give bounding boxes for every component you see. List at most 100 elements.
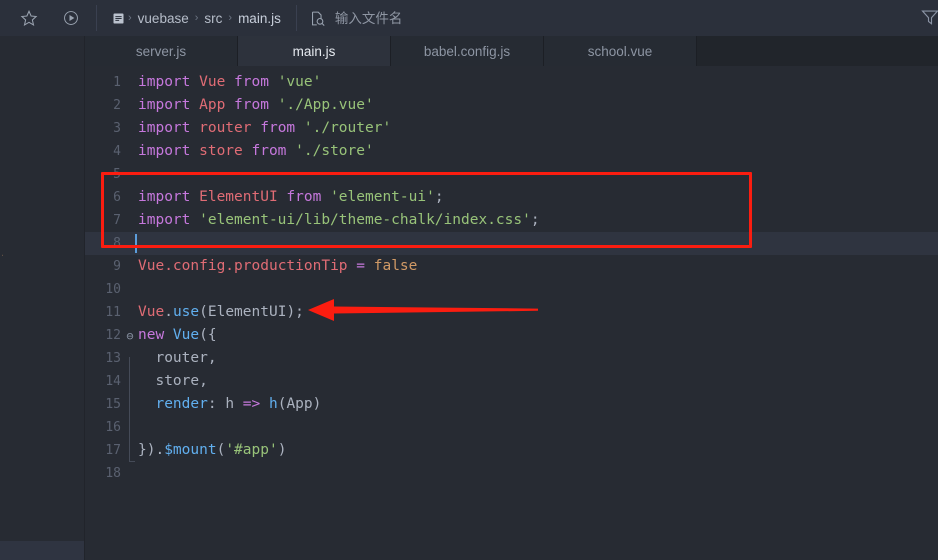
file-search-icon: [307, 7, 329, 29]
code-token: (ElementUI);: [199, 304, 304, 320]
code-line[interactable]: 2 import App from './App.vue': [85, 94, 938, 117]
code-line[interactable]: 18: [85, 462, 938, 485]
line-number: 1: [113, 75, 121, 90]
code-token: false: [373, 258, 418, 274]
editor-window: › vuebase › src › main.js 输入文件名 server.j…: [0, 0, 938, 560]
code-token: '#app': [225, 442, 278, 458]
breadcrumb-item-vuebase[interactable]: vuebase: [133, 11, 194, 26]
line-number: 6: [113, 190, 121, 205]
code-line[interactable]: 1 import Vue from 'vue': [85, 71, 938, 94]
tab-server-js[interactable]: server.js: [85, 36, 238, 66]
breadcrumb-item-mainjs[interactable]: main.js: [233, 11, 286, 26]
code-token: render: [155, 396, 208, 412]
line-number: 14: [105, 374, 121, 389]
code-text: new Vue({: [137, 324, 938, 347]
tab-main-js[interactable]: main.js: [238, 36, 391, 66]
code-line[interactable]: 13 router,: [85, 347, 938, 384]
code-token: 'element-ui/lib/theme-chalk/index.css': [199, 212, 531, 228]
code-token: ;: [530, 212, 540, 228]
code-token: ;: [434, 189, 444, 205]
line-number: 8: [113, 236, 121, 251]
line-number: 4: [113, 144, 121, 159]
line-number: 5: [113, 167, 121, 182]
line-number: 3: [113, 121, 121, 136]
line-number: 16: [105, 420, 121, 435]
code-token: (App): [277, 396, 322, 412]
star-icon[interactable]: [14, 3, 44, 33]
code-token: use: [172, 304, 200, 320]
code-line[interactable]: 6 import ElementUI from 'element-ui';: [85, 186, 938, 209]
breadcrumb: › vuebase › src › main.js: [107, 0, 286, 36]
code-token: : h: [207, 396, 243, 412]
code-token: 'vue': [277, 74, 322, 90]
code-token: Vue: [199, 74, 226, 90]
code-line[interactable]: 7 import 'element-ui/lib/theme-chalk/inde…: [85, 209, 938, 232]
code-line[interactable]: 17}).$mount('#app'): [85, 439, 938, 462]
code-token: './App.vue': [277, 97, 374, 113]
line-number: 13: [105, 351, 121, 366]
code-token: store,: [138, 373, 208, 389]
toolbar-divider-2: [295, 5, 297, 31]
code-token: h: [268, 396, 278, 412]
code-token: './router': [303, 120, 392, 136]
code-token: ({: [199, 327, 217, 343]
tab-school-vue[interactable]: school.vue: [544, 36, 697, 66]
code-token: .config.productionTip: [164, 258, 348, 274]
code-token: router,: [138, 350, 217, 366]
run-play-icon[interactable]: [56, 3, 86, 33]
code-token: import: [138, 120, 200, 136]
code-token: './store': [295, 143, 374, 159]
editor-tab-bar: server.js main.js babel.config.js school…: [85, 36, 938, 66]
code-line[interactable]: 12 ⊖ new Vue({: [85, 324, 938, 347]
line-number: 11: [105, 305, 121, 320]
code-line[interactable]: 5: [85, 163, 938, 186]
left-side-panel[interactable]: ; on: [0, 36, 85, 560]
code-token: 'element-ui': [330, 189, 435, 205]
line-number: 9: [113, 259, 121, 274]
clipped-tree-fragment: ;: [0, 244, 3, 257]
tab-babel-config-js[interactable]: babel.config.js: [391, 36, 544, 66]
code-text: router,: [137, 347, 938, 370]
line-number: 7: [113, 213, 121, 228]
line-number: 10: [105, 282, 121, 297]
code-line[interactable]: 16: [85, 416, 938, 453]
code-token: store: [199, 143, 243, 159]
file-search-box[interactable]: [307, 0, 595, 36]
code-line[interactable]: 4 import store from './store': [85, 140, 938, 163]
code-text: render: h => h(App): [137, 393, 938, 416]
code-token: $mount: [164, 442, 217, 458]
code-token: Vue: [138, 258, 165, 274]
code-text: import router from './router': [137, 117, 938, 140]
code-line[interactable]: 11 Vue.use(ElementUI);: [85, 301, 938, 324]
code-line[interactable]: 8: [85, 232, 938, 255]
code-token: .: [164, 304, 173, 320]
code-token: ElementUI: [199, 189, 278, 205]
code-token: import: [138, 212, 200, 228]
code-text: import 'element-ui/lib/theme-chalk/index…: [137, 209, 938, 232]
code-token: ): [277, 442, 287, 458]
code-text: import Vue from 'vue': [137, 71, 938, 94]
code-line[interactable]: 15 render: h => h(App): [85, 393, 938, 430]
code-text: Vue.config.productionTip = false: [137, 255, 938, 278]
code-token: from: [251, 120, 304, 136]
code-token: import: [138, 97, 200, 113]
breadcrumb-item-src[interactable]: src: [199, 11, 227, 26]
code-editor[interactable]: 1 import Vue from 'vue' 2 import App from '…: [85, 66, 938, 560]
left-panel-hover-row[interactable]: [0, 541, 84, 560]
code-token: new: [138, 327, 173, 343]
fold-collapse-icon[interactable]: ⊖: [123, 329, 137, 343]
code-token: =: [347, 258, 374, 274]
code-text: import store from './store': [137, 140, 938, 163]
code-text: import ElementUI from 'element-ui';: [137, 186, 938, 209]
code-line[interactable]: 3 import router from './router': [85, 117, 938, 140]
code-line[interactable]: 9 Vue.config.productionTip = false: [85, 255, 938, 278]
filter-funnel-icon[interactable]: [920, 8, 938, 28]
search-input[interactable]: [334, 10, 595, 26]
top-toolbar: › vuebase › src › main.js: [0, 0, 938, 37]
tab-bar-empty-area: [697, 36, 938, 66]
code-line[interactable]: 14 store,: [85, 370, 938, 407]
code-line[interactable]: 10: [85, 278, 938, 301]
code-text: }).$mount('#app'): [137, 439, 938, 462]
